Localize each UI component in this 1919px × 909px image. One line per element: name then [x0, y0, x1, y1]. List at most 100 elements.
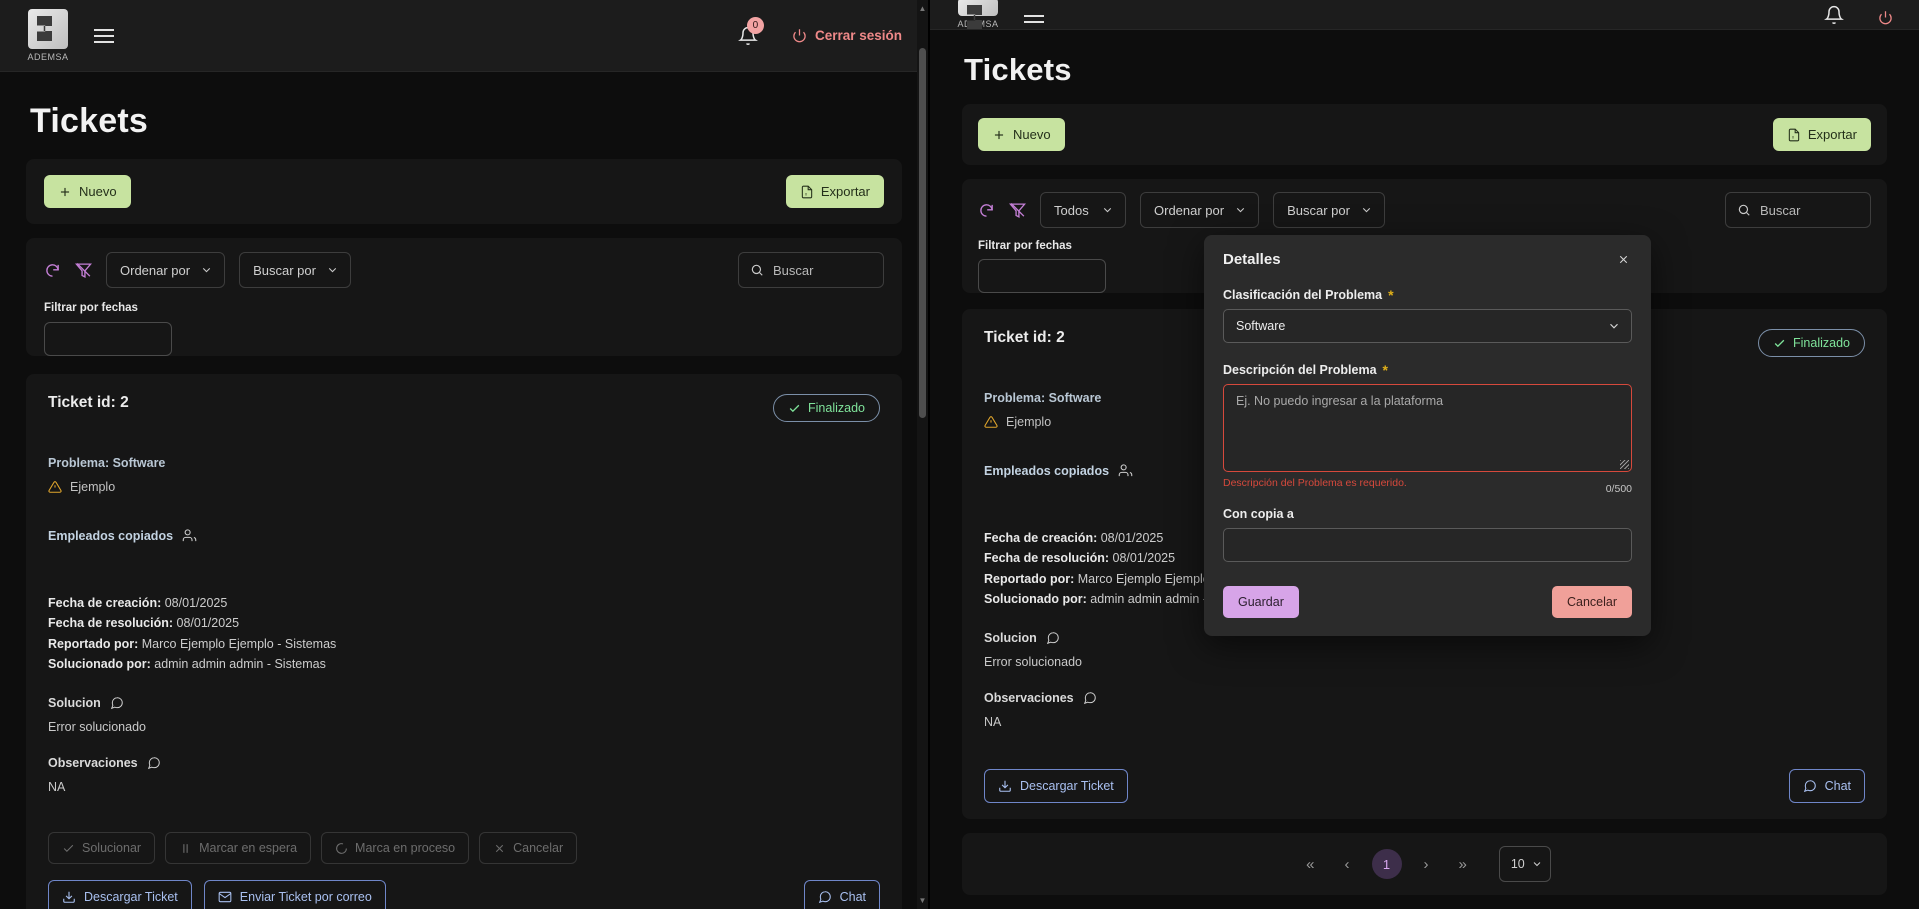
solution-title-label: Solucion	[48, 696, 101, 710]
search-by-select-right[interactable]: Buscar por	[1273, 192, 1385, 228]
email-ticket-button[interactable]: Enviar Ticket por correo	[203, 880, 386, 909]
copied-employees-label: Empleados copiados	[48, 528, 174, 543]
search-placeholder-right: Buscar	[1760, 202, 1801, 218]
search-input[interactable]: Buscar	[738, 252, 884, 288]
new-button-label-right: Nuevo	[1013, 127, 1051, 142]
meta-reported: Reportado por: Marco Ejemplo Ejemplo - S…	[48, 634, 880, 654]
clear-filters-button-right[interactable]	[1009, 202, 1026, 219]
ticket-bottom-row-right: Descargar Ticket Chat	[984, 769, 1865, 803]
pagination-prev-button[interactable]: ‹	[1337, 852, 1358, 877]
date-filter-input[interactable]	[44, 322, 172, 356]
resize-handle-icon[interactable]	[1620, 460, 1629, 469]
notifications-button-right[interactable]	[1824, 5, 1844, 25]
ademsa-logo-icon	[958, 0, 998, 16]
scroll-down-arrow[interactable]: ▼	[917, 894, 928, 907]
refresh-icon	[46, 263, 59, 277]
svg-text:x: x	[805, 191, 807, 196]
new-button[interactable]: Nuevo	[44, 175, 131, 208]
comment-icon	[147, 757, 160, 770]
screen: ADEMSA 0 Cerrar sesión Tickets Nuevo x E…	[0, 0, 1919, 909]
mark-in-process-button[interactable]: Marca en proceso	[321, 832, 470, 864]
filter-off-icon	[1009, 202, 1026, 218]
download-ticket-button[interactable]: Descargar Ticket	[48, 880, 192, 909]
scrollbar-thumb[interactable]	[919, 48, 926, 418]
meta-creation: Fecha de creación: 08/01/2025	[48, 593, 880, 613]
details-modal: Detalles Clasificación del Problema * So…	[1204, 235, 1651, 636]
observations-title: Observaciones	[48, 756, 880, 770]
pagination-last-button[interactable]: »	[1451, 852, 1475, 877]
pagination-next-button[interactable]: ›	[1416, 852, 1437, 877]
solve-button-label: Solucionar	[82, 841, 142, 855]
description-label-text: Descripción del Problema	[1223, 363, 1377, 377]
modal-footer: Guardar Cancelar	[1223, 586, 1632, 618]
plus-icon	[994, 130, 1004, 139]
app-header: ADEMSA 0 Cerrar sesión	[0, 0, 928, 72]
left-pane-scrollbar[interactable]: ▲ ▼	[917, 0, 928, 909]
pagination-first-button[interactable]: «	[1298, 852, 1322, 877]
cancel-button[interactable]: Cancelar	[1551, 586, 1632, 618]
sort-by-select-right[interactable]: Ordenar por	[1140, 192, 1260, 228]
chat-button[interactable]: Chat	[803, 880, 880, 909]
plus-icon	[60, 187, 70, 196]
close-icon[interactable]	[1615, 251, 1632, 268]
logout-button-right[interactable]	[1878, 10, 1893, 25]
sort-by-select[interactable]: Ordenar por	[106, 252, 226, 288]
cc-input[interactable]	[1223, 528, 1632, 562]
refresh-button-right[interactable]	[978, 202, 995, 219]
search-input-right[interactable]: Buscar	[1725, 192, 1871, 228]
export-button[interactable]: x Exportar	[785, 175, 884, 208]
description-textarea[interactable]: Ej. No puedo ingresar a la plataforma	[1223, 384, 1632, 472]
notifications-button[interactable]: 0	[737, 16, 764, 46]
observations-title-label: Observaciones	[48, 756, 138, 770]
clear-filters-button[interactable]	[75, 262, 92, 279]
status-badge-right: Finalizado	[1758, 329, 1865, 357]
chat-bubble-icon	[1803, 780, 1816, 793]
date-filter-label: Filtrar por fechas	[44, 302, 138, 314]
solve-button[interactable]: Solucionar	[48, 832, 156, 864]
chat-button-label-right: Chat	[1824, 779, 1851, 793]
brand-right[interactable]: ADEMSA	[952, 0, 1004, 29]
classification-value: Software	[1236, 319, 1286, 333]
date-filter-input-right[interactable]	[978, 259, 1106, 293]
comment-icon	[1046, 632, 1059, 645]
search-by-select[interactable]: Buscar por	[239, 252, 351, 288]
bell-icon	[1824, 5, 1844, 25]
mark-in-process-button-label: Marca en proceso	[355, 841, 456, 855]
hamburger-icon[interactable]	[94, 28, 114, 43]
meta-resolution-value: 08/01/2025	[176, 616, 240, 631]
meta-resolution: Fecha de resolución: 08/01/2025	[48, 613, 880, 633]
hamburger-icon[interactable]	[1024, 15, 1044, 23]
export-button-right[interactable]: x Exportar	[1772, 118, 1871, 151]
warning-triangle-icon	[984, 416, 998, 428]
file-excel-icon: x	[1788, 128, 1800, 141]
email-ticket-label: Enviar Ticket por correo	[239, 890, 372, 904]
refresh-button[interactable]	[44, 262, 61, 279]
page-title: Tickets	[30, 102, 148, 140]
solution-title: Solucion	[48, 696, 880, 710]
chevron-down-icon	[328, 267, 337, 273]
cancel-ticket-button[interactable]: Cancelar	[479, 832, 578, 864]
modal-title: Detalles	[1223, 251, 1281, 268]
description-error-row: Descripción del Problema es requerido. 0…	[1223, 477, 1632, 495]
ticket-id: Ticket id: 2	[48, 394, 129, 411]
brand[interactable]: ADEMSA	[22, 9, 74, 62]
page-size-select[interactable]: 10	[1498, 846, 1551, 882]
meta-resolution-key: Fecha de resolución:	[48, 616, 174, 631]
export-button-label: Exportar	[820, 184, 870, 199]
pagination-page-1[interactable]: 1	[1371, 849, 1402, 879]
scroll-up-arrow[interactable]: ▲	[917, 2, 928, 15]
chevron-down-icon	[202, 267, 211, 273]
filters-toolbar-right: Todos Ordenar por Buscar por Buscar	[962, 179, 1887, 232]
mark-waiting-button[interactable]: Marcar en espera	[165, 832, 312, 864]
meta-creation-value: 08/01/2025	[164, 596, 228, 610]
logout-button[interactable]: Cerrar sesión	[792, 28, 902, 43]
users-icon	[182, 529, 197, 542]
classification-select[interactable]: Software	[1223, 309, 1632, 343]
description-placeholder: Ej. No puedo ingresar a la plataforma	[1236, 394, 1444, 408]
save-button[interactable]: Guardar	[1223, 586, 1299, 618]
problem-note-label-right: Ejemplo	[1006, 415, 1052, 429]
chat-button-right[interactable]: Chat	[1788, 769, 1865, 803]
status-filter-select[interactable]: Todos	[1040, 192, 1126, 228]
download-ticket-button-right[interactable]: Descargar Ticket	[984, 769, 1128, 803]
new-button-right[interactable]: Nuevo	[978, 118, 1065, 151]
